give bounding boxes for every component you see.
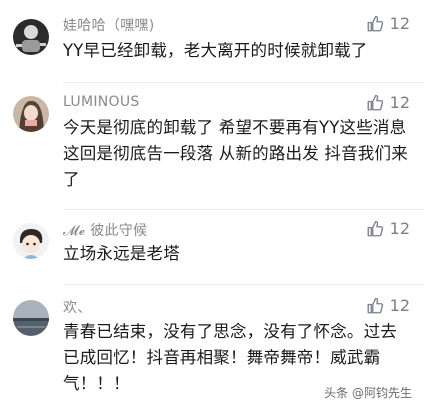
divider (63, 209, 424, 210)
like-button[interactable]: 12 (366, 93, 410, 112)
username[interactable]: 𝓜𝓮 彼此守候 (63, 220, 147, 240)
like-count: 12 (389, 93, 410, 112)
thumbs-up-icon (367, 15, 383, 31)
username[interactable]: LUMINOUS (63, 94, 140, 110)
avatar[interactable] (13, 223, 49, 259)
like-button[interactable]: 12 (366, 219, 410, 238)
avatar[interactable] (13, 19, 49, 55)
divider (63, 284, 424, 285)
avatar[interactable] (13, 96, 49, 132)
comment-text: YY早已经卸载，老大离开的时候就卸载了 (63, 41, 368, 60)
thumbs-up-icon (367, 297, 383, 313)
divider (63, 82, 424, 83)
comment-text: 今天是彻底的卸载了 希望不要再有YY这些消息这回是彻底告一段落 从新的路出发 抖… (63, 118, 408, 189)
like-button[interactable]: 12 (366, 14, 410, 33)
username[interactable]: 娃哈哈（嘿嘿) (63, 15, 155, 35)
like-button[interactable]: 12 (366, 296, 410, 315)
like-count: 12 (389, 219, 410, 238)
thumbs-up-icon (367, 94, 383, 110)
watermark: 头条 @阿钧先生 (324, 386, 412, 400)
username[interactable]: 欢、 (63, 297, 92, 317)
avatar[interactable] (13, 300, 49, 336)
comment-text: 立场永远是老塔 (63, 244, 180, 263)
thumbs-up-icon (367, 220, 383, 236)
like-count: 12 (389, 296, 410, 315)
like-count: 12 (389, 14, 410, 33)
